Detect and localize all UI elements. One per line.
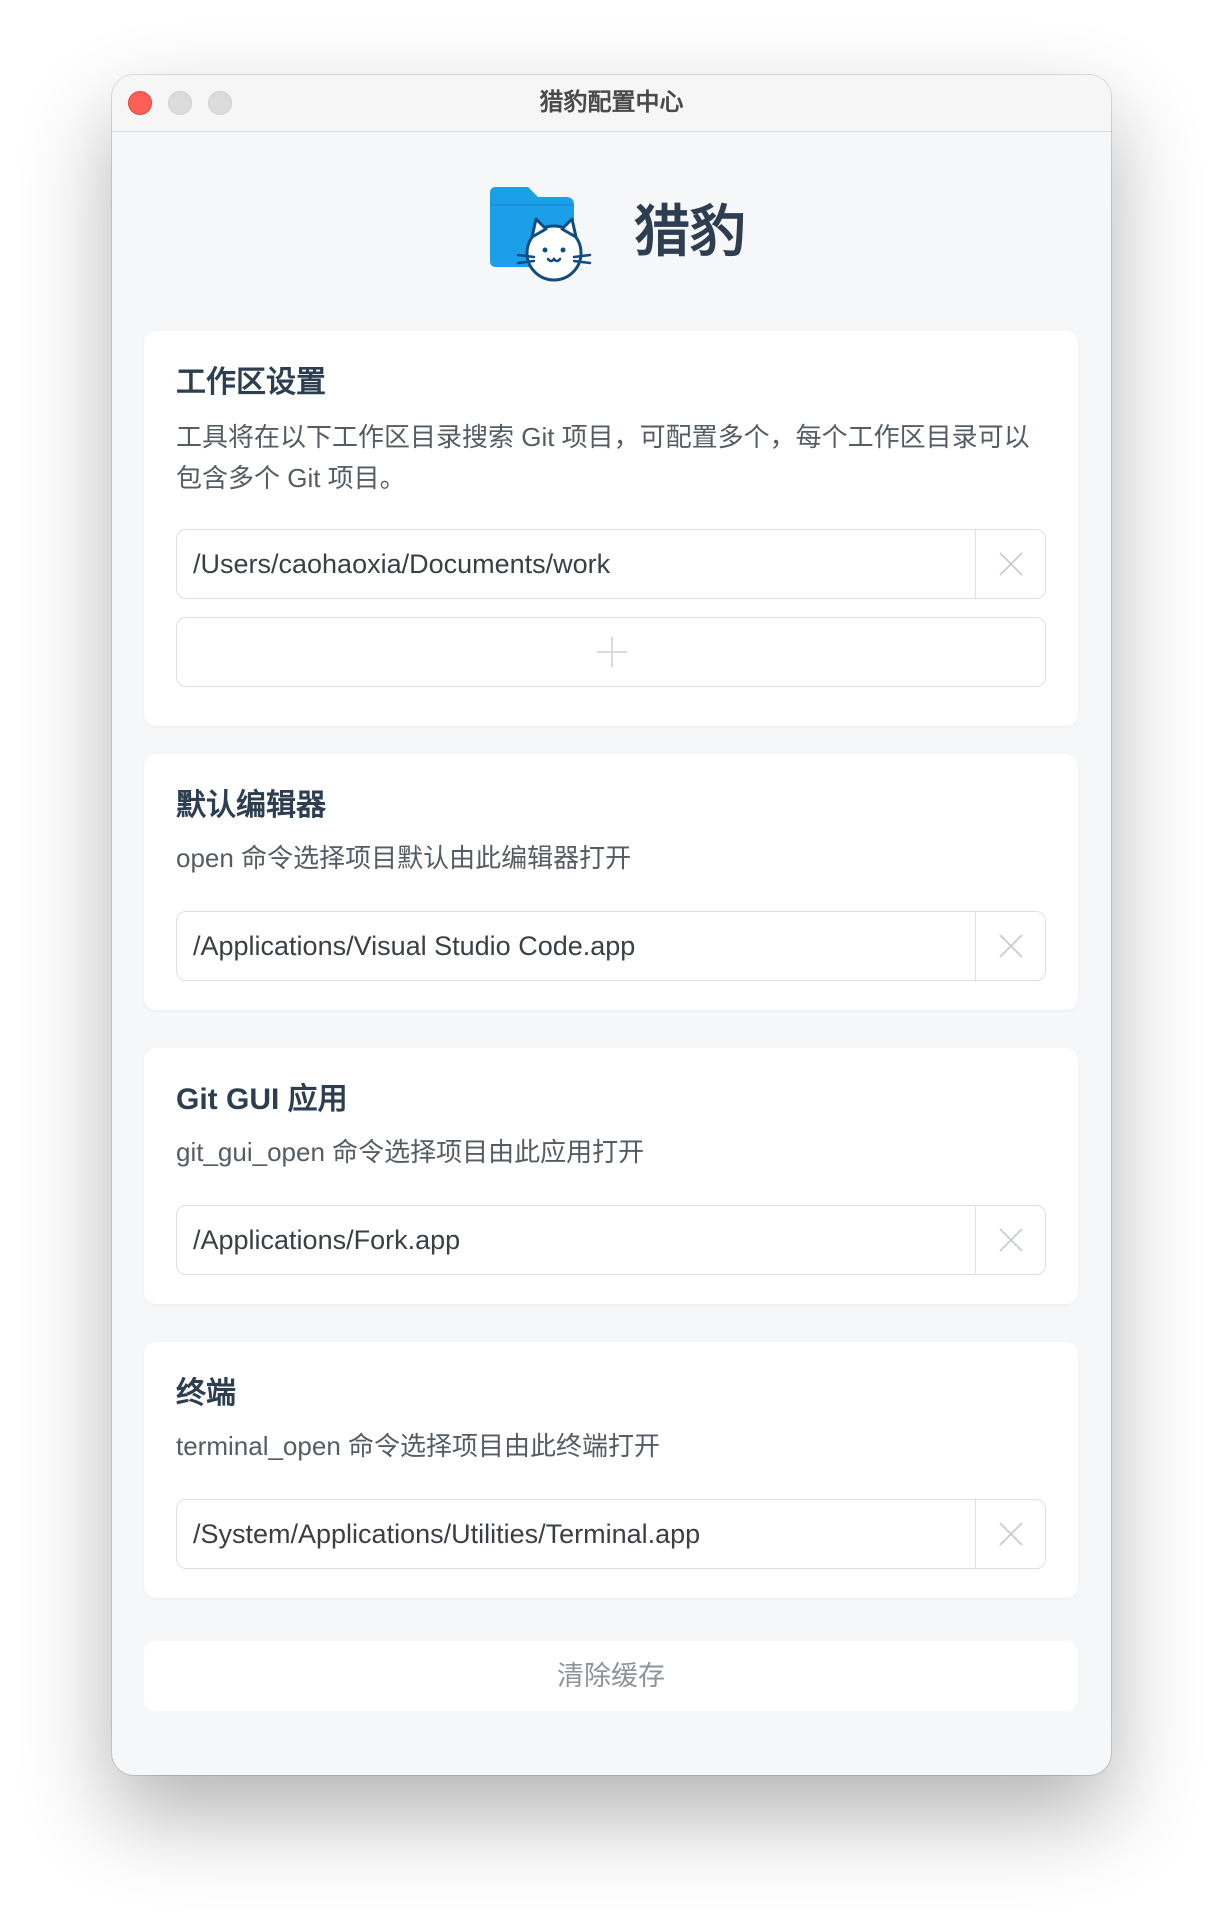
terminal-input[interactable] [177, 1500, 975, 1568]
git-gui-title: Git GUI 应用 [176, 1083, 348, 1116]
terminal-field [176, 1499, 1046, 1569]
app-name: 猎豹 [634, 200, 746, 263]
terminal-title: 终端 [176, 1377, 236, 1410]
close-icon [999, 552, 1023, 576]
terminal-description: terminal_open 命令选择项目由此终端打开 [176, 1431, 660, 1461]
close-icon [999, 1228, 1023, 1252]
default-editor-description: open 命令选择项目默认由此编辑器打开 [176, 843, 632, 873]
git-gui-card: Git GUI 应用 git_gui_open 命令选择项目由此应用打开 [144, 1048, 1078, 1304]
default-editor-clear-button[interactable] [975, 912, 1045, 980]
plus-icon [597, 637, 627, 667]
git-gui-field [176, 1205, 1046, 1275]
workspace-path-clear-button[interactable] [975, 530, 1045, 598]
window-title: 猎豹配置中心 [539, 89, 684, 116]
title-bar: 猎豹配置中心 [112, 75, 1111, 132]
default-editor-title: 默认编辑器 [176, 789, 326, 822]
brand-header: 猎豹 [112, 183, 1111, 293]
clear-cache-button[interactable]: 清除缓存 [144, 1641, 1078, 1711]
git-gui-description: git_gui_open 命令选择项目由此应用打开 [176, 1137, 645, 1167]
workspace-settings-card: 工作区设置 工具将在以下工作区目录搜索 Git 项目，可配置多个，每个工作区目录… [144, 331, 1078, 726]
folder-cat-icon [484, 183, 600, 283]
workspace-path-input[interactable] [177, 530, 975, 598]
default-editor-card: 默认编辑器 open 命令选择项目默认由此编辑器打开 [144, 754, 1078, 1010]
close-icon [999, 1522, 1023, 1546]
add-workspace-button[interactable] [176, 617, 1046, 687]
workspace-settings-title: 工作区设置 [176, 366, 326, 399]
default-editor-field [176, 911, 1046, 981]
close-icon [999, 934, 1023, 958]
app-window: 猎豹配置中心 猎豹 工作区设置 工具将在以下工作区目录搜索 Git 项目，可配置… [112, 75, 1111, 1775]
terminal-clear-button[interactable] [975, 1500, 1045, 1568]
default-editor-input[interactable] [177, 912, 975, 980]
workspace-path-field [176, 529, 1046, 599]
git-gui-clear-button[interactable] [975, 1206, 1045, 1274]
git-gui-input[interactable] [177, 1206, 975, 1274]
workspace-settings-description: 工具将在以下工作区目录搜索 Git 项目，可配置多个，每个工作区目录可以包含多个… [176, 422, 1030, 493]
terminal-card: 终端 terminal_open 命令选择项目由此终端打开 [144, 1342, 1078, 1598]
